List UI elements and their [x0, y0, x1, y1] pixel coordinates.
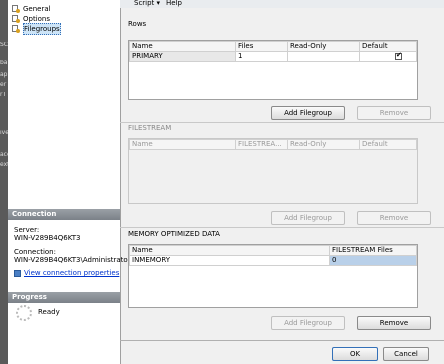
column-header-name[interactable]: Name [129, 245, 330, 256]
background-window-strip: SC ba ap er rT ive ace ext- [0, 0, 8, 364]
page-settings-icon [12, 25, 20, 33]
column-header-readonly: Read-Only [287, 139, 360, 150]
rows-add-filegroup-button[interactable]: Add Filegroup [271, 106, 345, 120]
table-row[interactable]: PRIMARY 1 [129, 51, 417, 62]
page-item-label: Filegroups [23, 23, 61, 35]
strip-text: ext- [0, 162, 8, 168]
filestream-grid: Name FILESTREA... Read-Only Default [128, 138, 418, 204]
strip-text: SC [0, 42, 8, 48]
filestream-files-cell[interactable]: 0 [329, 255, 417, 266]
memory-remove-button[interactable]: Remove [357, 316, 431, 330]
connection-value: WIN-V289B4Q6KT3\Administrator [14, 256, 131, 264]
footer-divider [120, 340, 444, 341]
divider [120, 122, 444, 123]
column-header-default[interactable]: Default [359, 41, 417, 52]
default-cell[interactable] [359, 51, 417, 62]
cancel-button[interactable]: Cancel [383, 347, 429, 361]
view-connection-properties[interactable]: View connection properties [14, 269, 119, 277]
page-item-filegroups[interactable]: Filegroups [12, 23, 61, 35]
rows-grid[interactable]: Name Files Read-Only Default PRIMARY 1 [128, 40, 418, 100]
rows-remove-button[interactable]: Remove [357, 106, 431, 120]
strip-text: ace [0, 152, 8, 158]
column-header-default: Default [359, 139, 417, 150]
server-label: Server: [14, 226, 40, 234]
memory-optimized-grid[interactable]: Name FILESTREAM Files INMEMORY 0 [128, 244, 418, 308]
progress-header: Progress [8, 292, 120, 303]
ok-button[interactable]: OK [332, 347, 378, 361]
readonly-cell[interactable] [287, 51, 360, 62]
filestream-label: FILESTREAM [128, 124, 172, 132]
toolbar: Script ▾ Help [120, 0, 444, 8]
properties-icon [14, 269, 21, 277]
help-button[interactable]: Help [166, 0, 182, 8]
column-header-name[interactable]: Name [129, 41, 236, 52]
filegroup-name-cell[interactable]: PRIMARY [129, 51, 236, 62]
files-cell: 1 [235, 51, 288, 62]
strip-text: er [0, 82, 7, 88]
connection-header: Connection [8, 209, 120, 220]
column-header-files[interactable]: Files [235, 41, 288, 52]
strip-text: ive [0, 130, 8, 136]
page-settings-icon [12, 5, 20, 13]
server-value: WIN-V289B4Q6KT3 [14, 234, 81, 242]
page-item-general[interactable]: General [12, 4, 51, 14]
table-row[interactable]: INMEMORY 0 [129, 255, 417, 266]
strip-text: ap [0, 72, 8, 78]
filegroup-name-cell[interactable]: INMEMORY [129, 255, 330, 266]
filestream-add-filegroup-button[interactable]: Add Filegroup [271, 211, 345, 225]
connection-label: Connection: [14, 248, 56, 256]
column-header-filestream: FILESTREA... [235, 139, 288, 150]
default-checkbox[interactable] [395, 52, 402, 60]
column-header-readonly[interactable]: Read-Only [287, 41, 360, 52]
script-button[interactable]: Script ▾ [134, 0, 160, 8]
memory-add-filegroup-button[interactable]: Add Filegroup [271, 316, 345, 330]
progress-spinner-icon [16, 305, 32, 321]
page-item-label: General [23, 5, 51, 13]
strip-text: ba [0, 60, 8, 66]
progress-status: Ready [38, 308, 60, 316]
filestream-remove-button[interactable]: Remove [357, 211, 431, 225]
strip-text: rT [0, 92, 7, 98]
memory-optimized-label: MEMORY OPTIMIZED DATA [128, 230, 220, 238]
column-header-name: Name [129, 139, 236, 150]
rows-label: Rows [128, 20, 147, 28]
page-settings-icon [12, 15, 20, 23]
column-header-filestream-files[interactable]: FILESTREAM Files [329, 245, 417, 256]
divider [120, 227, 444, 228]
view-connection-link[interactable]: View connection properties [24, 269, 119, 277]
